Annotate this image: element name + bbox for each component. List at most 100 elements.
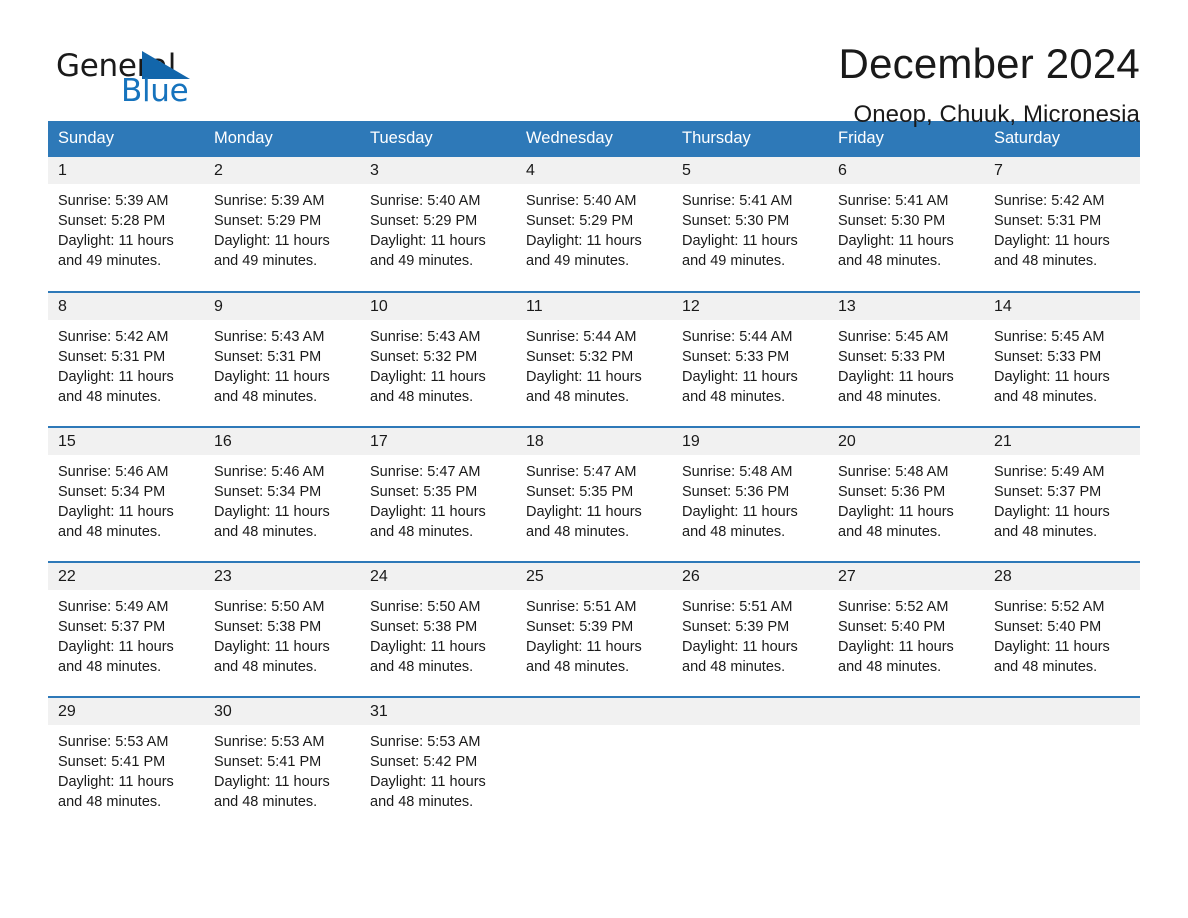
day-details: Sunrise: 5:46 AM Sunset: 5:34 PM Daylight:…: [204, 455, 360, 542]
day-number: [984, 698, 1140, 725]
sunrise-text: Sunrise: 5:52 AM: [838, 599, 949, 615]
calendar-day-cell[interactable]: 10 Sunrise: 5:43 AM Sunset: 5:32 PM Dayligh…: [360, 291, 516, 427]
calendar-day-cell[interactable]: 29 Sunrise: 5:53 AM Sunset: 5:41 PM Dayligh…: [48, 696, 204, 815]
sunrise-text: Sunrise: 5:45 AM: [838, 329, 949, 345]
calendar-day-cell[interactable]: 11 Sunrise: 5:44 AM Sunset: 5:32 PM Dayligh…: [516, 291, 672, 427]
daylight-text-line2: and 48 minutes.: [58, 794, 162, 810]
calendar-day-cell[interactable]: 24 Sunrise: 5:50 AM Sunset: 5:38 PM Dayligh…: [360, 561, 516, 697]
calendar-day-cell[interactable]: 20 Sunrise: 5:48 AM Sunset: 5:36 PM Dayligh…: [828, 426, 984, 562]
daylight-text-line1: Daylight: 11 hours: [370, 369, 486, 385]
day-number: 10: [360, 293, 516, 320]
calendar-day-cell[interactable]: 4 Sunrise: 5:40 AM Sunset: 5:29 PM Daylight…: [516, 157, 672, 292]
daylight-text-line1: Daylight: 11 hours: [214, 639, 330, 655]
daylight-text-line2: and 49 minutes.: [526, 253, 630, 269]
day-number: 23: [204, 563, 360, 590]
daylight-text-line1: Daylight: 11 hours: [214, 233, 330, 249]
sunrise-text: Sunrise: 5:43 AM: [214, 329, 325, 345]
sunrise-text: Sunrise: 5:45 AM: [994, 329, 1105, 345]
calendar-day-cell[interactable]: 5 Sunrise: 5:41 AM Sunset: 5:30 PM Daylight…: [672, 157, 828, 292]
sunrise-text: Sunrise: 5:52 AM: [994, 599, 1105, 615]
day-details: Sunrise: 5:48 AM Sunset: 5:36 PM Daylight:…: [672, 455, 828, 542]
calendar-day-cell[interactable]: 3 Sunrise: 5:40 AM Sunset: 5:29 PM Daylight…: [360, 157, 516, 292]
daylight-text-line2: and 48 minutes.: [58, 389, 162, 405]
day-number: 7: [984, 157, 1140, 184]
calendar-day-cell-empty: [516, 696, 672, 815]
calendar-day-cell[interactable]: 1 Sunrise: 5:39 AM Sunset: 5:28 PM Daylight…: [48, 157, 204, 292]
sunrise-text: Sunrise: 5:46 AM: [214, 464, 325, 480]
daylight-text-line2: and 48 minutes.: [994, 253, 1098, 269]
calendar-day-cell[interactable]: 7 Sunrise: 5:42 AM Sunset: 5:31 PM Daylight…: [984, 157, 1140, 292]
calendar-page: General Blue December 2024 Oneop, Chuuk,…: [0, 0, 1188, 918]
calendar-day-cell[interactable]: 8 Sunrise: 5:42 AM Sunset: 5:31 PM Daylight…: [48, 291, 204, 427]
daylight-text-line1: Daylight: 11 hours: [526, 233, 642, 249]
calendar-day-cell[interactable]: 14 Sunrise: 5:45 AM Sunset: 5:33 PM Dayligh…: [984, 291, 1140, 427]
calendar-day-cell[interactable]: 13 Sunrise: 5:45 AM Sunset: 5:33 PM Dayligh…: [828, 291, 984, 427]
daylight-text-line1: Daylight: 11 hours: [370, 639, 486, 655]
daylight-text-line1: Daylight: 11 hours: [58, 233, 174, 249]
daylight-text-line1: Daylight: 11 hours: [682, 504, 798, 520]
day-number: 31: [360, 698, 516, 725]
calendar-day-cell[interactable]: 12 Sunrise: 5:44 AM Sunset: 5:33 PM Dayligh…: [672, 291, 828, 427]
calendar-day-cell[interactable]: 23 Sunrise: 5:50 AM Sunset: 5:38 PM Dayligh…: [204, 561, 360, 697]
calendar-day-cell[interactable]: 15 Sunrise: 5:46 AM Sunset: 5:34 PM Dayligh…: [48, 426, 204, 562]
daylight-text-line2: and 48 minutes.: [682, 389, 786, 405]
day-details: Sunrise: 5:45 AM Sunset: 5:33 PM Daylight:…: [984, 320, 1140, 407]
calendar-day-cell[interactable]: 28 Sunrise: 5:52 AM Sunset: 5:40 PM Dayligh…: [984, 561, 1140, 697]
calendar-day-cell[interactable]: 31 Sunrise: 5:53 AM Sunset: 5:42 PM Dayligh…: [360, 696, 516, 815]
calendar-day-cell[interactable]: 25 Sunrise: 5:51 AM Sunset: 5:39 PM Dayligh…: [516, 561, 672, 697]
calendar-body: 1 Sunrise: 5:39 AM Sunset: 5:28 PM Daylight…: [48, 157, 1140, 815]
daylight-text-line1: Daylight: 11 hours: [682, 639, 798, 655]
generalblue-logo[interactable]: General Blue: [48, 42, 208, 114]
calendar-day-cell[interactable]: 26 Sunrise: 5:51 AM Sunset: 5:39 PM Dayligh…: [672, 561, 828, 697]
calendar-week-row: 22 Sunrise: 5:49 AM Sunset: 5:37 PM Dayligh…: [48, 561, 1140, 697]
sunrise-text: Sunrise: 5:41 AM: [838, 193, 949, 209]
calendar-day-cell[interactable]: 9 Sunrise: 5:43 AM Sunset: 5:31 PM Daylight…: [204, 291, 360, 427]
calendar-table: Sunday Monday Tuesday Wednesday Thursday Frid…: [48, 121, 1140, 815]
calendar-week-row: 29 Sunrise: 5:53 AM Sunset: 5:41 PM Dayligh…: [48, 696, 1140, 815]
calendar-day-cell[interactable]: 6 Sunrise: 5:41 AM Sunset: 5:30 PM Daylight…: [828, 157, 984, 292]
calendar-day-cell[interactable]: 16 Sunrise: 5:46 AM Sunset: 5:34 PM Dayligh…: [204, 426, 360, 562]
sunrise-text: Sunrise: 5:46 AM: [58, 464, 169, 480]
day-number: 21: [984, 428, 1140, 455]
sunset-text: Sunset: 5:36 PM: [838, 484, 946, 500]
day-number: [516, 698, 672, 725]
sunset-text: Sunset: 5:41 PM: [214, 754, 322, 770]
day-number: 17: [360, 428, 516, 455]
day-number: 26: [672, 563, 828, 590]
day-number: 28: [984, 563, 1140, 590]
calendar-day-cell[interactable]: 19 Sunrise: 5:48 AM Sunset: 5:36 PM Dayligh…: [672, 426, 828, 562]
calendar-day-cell[interactable]: 2 Sunrise: 5:39 AM Sunset: 5:29 PM Daylight…: [204, 157, 360, 292]
sunset-text: Sunset: 5:31 PM: [994, 213, 1102, 229]
sunset-text: Sunset: 5:40 PM: [994, 619, 1102, 635]
daylight-text-line2: and 48 minutes.: [994, 389, 1098, 405]
calendar-day-cell[interactable]: 18 Sunrise: 5:47 AM Sunset: 5:35 PM Dayligh…: [516, 426, 672, 562]
sunset-text: Sunset: 5:40 PM: [838, 619, 946, 635]
daylight-text-line2: and 48 minutes.: [214, 794, 318, 810]
daylight-text-line2: and 48 minutes.: [58, 659, 162, 675]
calendar-day-cell[interactable]: 22 Sunrise: 5:49 AM Sunset: 5:37 PM Dayligh…: [48, 561, 204, 697]
calendar-day-cell[interactable]: 17 Sunrise: 5:47 AM Sunset: 5:35 PM Dayligh…: [360, 426, 516, 562]
weekday-header-tuesday: Tuesday: [360, 121, 516, 157]
daylight-text-line2: and 48 minutes.: [994, 659, 1098, 675]
daylight-text-line1: Daylight: 11 hours: [994, 369, 1110, 385]
day-details: Sunrise: 5:39 AM Sunset: 5:29 PM Daylight:…: [204, 184, 360, 271]
day-details: Sunrise: 5:52 AM Sunset: 5:40 PM Daylight:…: [828, 590, 984, 677]
day-number: 11: [516, 293, 672, 320]
daylight-text-line1: Daylight: 11 hours: [58, 369, 174, 385]
day-number: 1: [48, 157, 204, 184]
daylight-text-line1: Daylight: 11 hours: [838, 233, 954, 249]
sunrise-text: Sunrise: 5:43 AM: [370, 329, 481, 345]
calendar-week-row: 8 Sunrise: 5:42 AM Sunset: 5:31 PM Daylight…: [48, 291, 1140, 427]
daylight-text-line2: and 48 minutes.: [214, 659, 318, 675]
calendar-day-cell[interactable]: 30 Sunrise: 5:53 AM Sunset: 5:41 PM Dayligh…: [204, 696, 360, 815]
day-details: Sunrise: 5:51 AM Sunset: 5:39 PM Daylight:…: [672, 590, 828, 677]
daylight-text-line1: Daylight: 11 hours: [994, 233, 1110, 249]
sunset-text: Sunset: 5:29 PM: [370, 213, 478, 229]
sunrise-text: Sunrise: 5:42 AM: [58, 329, 169, 345]
sunset-text: Sunset: 5:35 PM: [370, 484, 478, 500]
calendar-day-cell[interactable]: 27 Sunrise: 5:52 AM Sunset: 5:40 PM Dayligh…: [828, 561, 984, 697]
daylight-text-line2: and 49 minutes.: [370, 253, 474, 269]
day-details: Sunrise: 5:42 AM Sunset: 5:31 PM Daylight:…: [984, 184, 1140, 271]
day-number: 29: [48, 698, 204, 725]
calendar-day-cell[interactable]: 21 Sunrise: 5:49 AM Sunset: 5:37 PM Dayligh…: [984, 426, 1140, 562]
